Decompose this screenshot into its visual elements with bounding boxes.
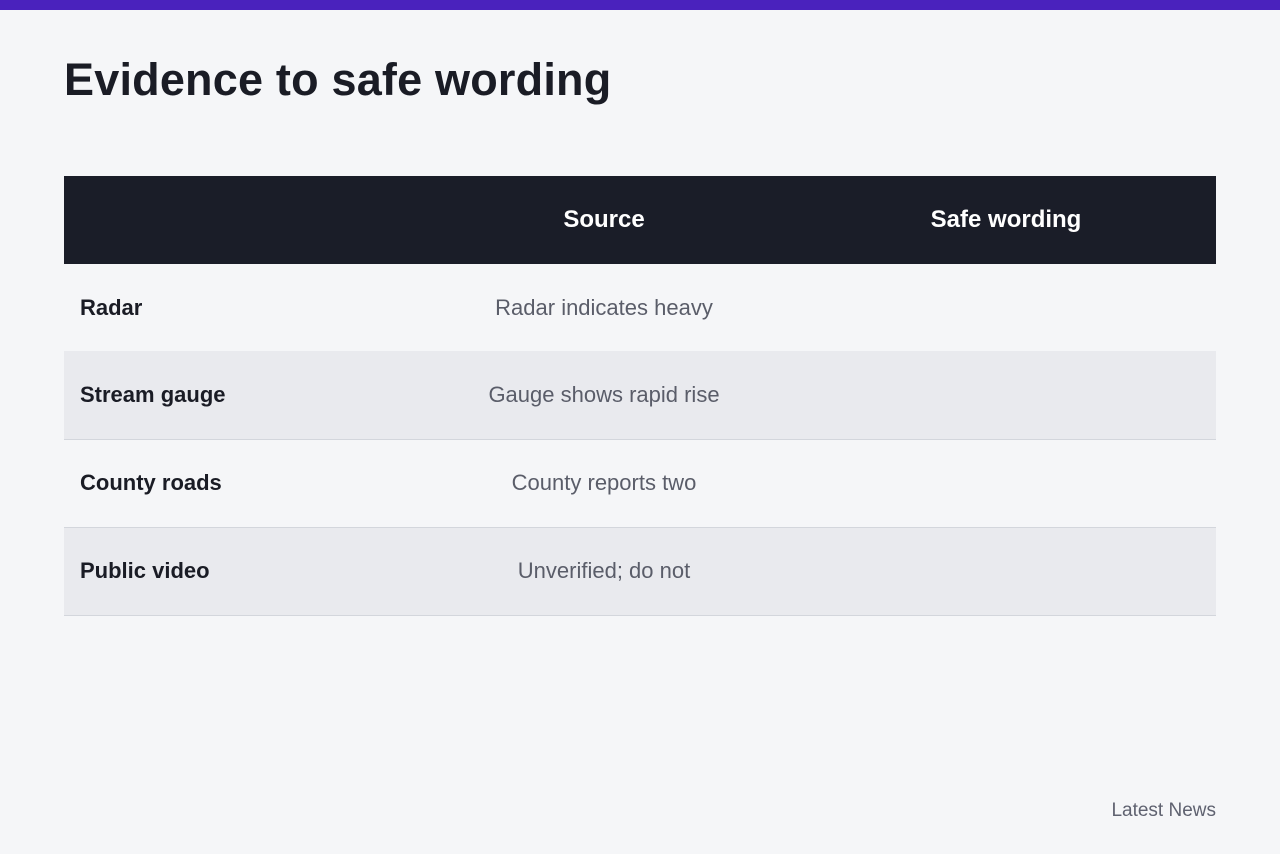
footer-source-label: Latest News (1111, 800, 1216, 821)
row-label: Radar (80, 294, 143, 320)
row-safe-wording (796, 351, 1216, 439)
column-header-label (64, 176, 412, 264)
row-label: County roads (80, 470, 222, 495)
evidence-table: Source Safe wording Radar Radar indicate… (64, 176, 1216, 616)
table-row: Stream gauge Gauge shows rapid rise (64, 351, 1216, 439)
accent-bar (0, 0, 1280, 10)
row-safe-wording (796, 439, 1216, 527)
row-source: Unverified; do not (517, 558, 691, 583)
row-label: Public video (80, 558, 210, 583)
table-row: Radar Radar indicates heavy (64, 264, 1216, 351)
page-title: Evidence to safe wording (64, 54, 612, 105)
table-row: County roads County reports two (64, 439, 1216, 527)
table-row: Public video Unverified; do not (64, 527, 1216, 615)
row-safe-wording (796, 527, 1216, 615)
table-header-row: Source Safe wording (64, 176, 1216, 264)
row-source: Gauge shows rapid rise (488, 381, 720, 407)
column-header-safe-wording: Safe wording (930, 206, 1082, 233)
row-source: Radar indicates heavy (495, 294, 713, 320)
row-source: County reports two (511, 470, 697, 495)
column-header-source: Source (563, 206, 645, 233)
row-label: Stream gauge (80, 381, 226, 407)
row-safe-wording (796, 264, 1216, 351)
